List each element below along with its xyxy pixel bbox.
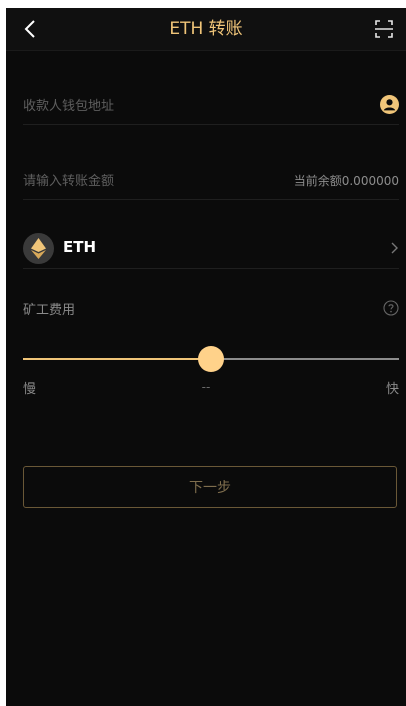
slider-thumb[interactable] — [198, 346, 224, 372]
chevron-right-icon — [391, 242, 398, 254]
slider-track-filled — [23, 358, 211, 360]
address-input[interactable]: 收款人钱包地址 — [23, 88, 399, 125]
ethereum-icon — [31, 238, 46, 259]
fee-value: -- — [201, 380, 211, 394]
balance-text: 当前余额0.000000 — [293, 174, 399, 188]
token-selector[interactable]: ETH — [23, 230, 399, 269]
eth-logo — [23, 233, 54, 264]
amount-placeholder: 请输入转账金额 — [23, 174, 115, 189]
page-title: ETH 转账 — [169, 19, 243, 39]
token-name: ETH — [63, 238, 97, 256]
contact-person-icon — [380, 95, 399, 114]
question-circle-icon — [383, 300, 399, 316]
next-button[interactable]: 下一步 — [23, 466, 397, 508]
header-bar: ETH 转账 — [6, 8, 406, 51]
scan-button[interactable] — [374, 19, 394, 39]
address-placeholder: 收款人钱包地址 — [23, 99, 115, 114]
amount-input[interactable]: 请输入转账金额 当前余额0.000000 — [23, 163, 399, 200]
contact-button[interactable] — [380, 95, 399, 114]
scan-frame-icon — [375, 20, 393, 38]
slider-track-remaining — [211, 358, 399, 360]
fast-label: 快 — [385, 382, 399, 397]
fee-slider[interactable] — [23, 346, 399, 372]
fee-label: 矿工费用 — [23, 303, 76, 318]
fee-help-button[interactable] — [383, 300, 399, 316]
transfer-screen: ETH 转账 收款人钱包地址 请输入转账金额 当前余额0.000000 ETH … — [6, 8, 406, 706]
